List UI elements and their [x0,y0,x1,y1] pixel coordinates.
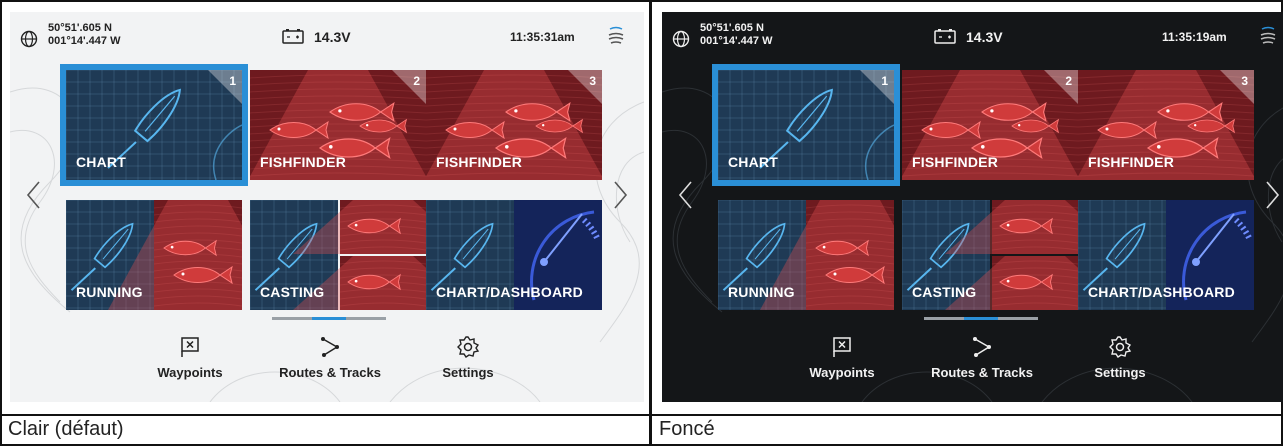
settings-button[interactable]: Settings [408,335,528,380]
tile-label: CHART [728,154,778,170]
longitude: 001°14'.447 W [48,35,121,47]
app-tile-running[interactable]: RUNNING [66,200,242,310]
tile-label: CASTING [912,284,977,300]
app-tile-fishfinder[interactable]: 3 FISHFINDER [1078,70,1254,180]
caption-divider [0,414,1283,416]
tile-label: FISHFINDER [260,154,346,170]
routes-tracks-label: Routes & Tracks [279,365,381,380]
sonar-status-icon[interactable] [1259,26,1277,46]
sonar-status-icon[interactable] [607,26,625,46]
tile-number: 1 [229,74,236,88]
longitude: 001°14'.447 W [700,35,773,47]
bottom-nav: Waypoints Routes & Tracks Settings [662,317,1283,402]
battery-icon [934,29,956,44]
prev-page-arrow-icon[interactable] [24,180,44,210]
position-readout: 50°51'.605 N 001°14'.447 W [700,22,772,48]
next-page-arrow-icon[interactable] [1262,180,1282,210]
gear-icon [1109,336,1132,358]
caption-light: Clair (défaut) [8,418,124,440]
app-tile-fishfinder[interactable]: 2 FISHFINDER [902,70,1078,180]
waypoint-icon [181,337,199,357]
time-readout: 11:35:19am [1162,30,1227,44]
tile-number: 3 [1241,74,1248,88]
page-indicator [272,317,386,320]
voltage-readout: 14.3V [966,29,1003,45]
tile-label: FISHFINDER [436,154,522,170]
app-tile-running[interactable]: RUNNING [718,200,894,310]
next-page-arrow-icon[interactable] [610,180,630,210]
tile-label: CHART/DASHBOARD [436,284,583,300]
tile-number: 3 [589,74,596,88]
route-icon [321,337,339,357]
waypoints-button[interactable]: Waypoints [130,335,250,380]
page-indicator [924,317,1038,320]
latitude: 50°51'.605 N [700,22,764,34]
bottom-nav: Waypoints Routes & Tracks Settings [10,317,644,402]
app-tile-fishfinder[interactable]: 3 FISHFINDER [426,70,602,180]
page-indicator-active [312,317,346,320]
routes-tracks-button[interactable]: Routes & Tracks [922,335,1042,380]
app-tile-casting[interactable]: CASTING [250,200,426,310]
caption-dark: Foncé [659,418,715,440]
app-tile-fishfinder[interactable]: 2 FISHFINDER [250,70,426,180]
position-readout: 50°51'.605 N 001°14'.447 W [48,22,120,48]
homescreen-light: 50°51'.605 N 001°14'.447 W 14.3V 11:35:31… [10,12,644,402]
tile-label: CHART/DASHBOARD [1088,284,1235,300]
voltage-readout: 14.3V [314,29,351,45]
settings-label: Settings [1094,365,1146,380]
gear-icon [457,336,480,358]
app-tile-chart-dashboard[interactable]: CHART/DASHBOARD [1078,200,1254,310]
waypoints-button[interactable]: Waypoints [782,335,902,380]
prev-page-arrow-icon[interactable] [676,180,696,210]
app-tile-chart[interactable]: 1 CHART [712,64,900,186]
tile-label: RUNNING [728,284,795,300]
app-tile-chart[interactable]: 1 CHART [60,64,248,186]
route-icon [973,337,991,357]
tile-number: 1 [881,74,888,88]
status-bar: 50°51'.605 N 001°14'.447 W 14.3V 11:35:19… [662,12,1283,72]
waypoints-label: Waypoints [157,365,223,380]
column-divider [649,0,652,446]
page-indicator-active [964,317,998,320]
tile-number: 2 [413,74,420,88]
tile-label: FISHFINDER [1088,154,1174,170]
routes-tracks-button[interactable]: Routes & Tracks [270,335,390,380]
globe-icon[interactable] [672,30,690,48]
latitude: 50°51'.605 N [48,22,112,34]
homescreen-dark: 50°51'.605 N 001°14'.447 W 14.3V 11:35:19… [662,12,1283,402]
globe-icon[interactable] [20,30,38,48]
time-readout: 11:35:31am [510,30,575,44]
battery-icon [282,29,304,44]
waypoints-label: Waypoints [809,365,875,380]
tile-label: CASTING [260,284,325,300]
app-tile-casting[interactable]: CASTING [902,200,1078,310]
status-bar: 50°51'.605 N 001°14'.447 W 14.3V 11:35:31… [10,12,644,72]
settings-label: Settings [442,365,494,380]
tile-label: RUNNING [76,284,143,300]
tile-number: 2 [1065,74,1072,88]
waypoint-icon [833,337,851,357]
routes-tracks-label: Routes & Tracks [931,365,1033,380]
tile-label: CHART [76,154,126,170]
settings-button[interactable]: Settings [1060,335,1180,380]
app-tile-chart-dashboard[interactable]: CHART/DASHBOARD [426,200,602,310]
tile-label: FISHFINDER [912,154,998,170]
